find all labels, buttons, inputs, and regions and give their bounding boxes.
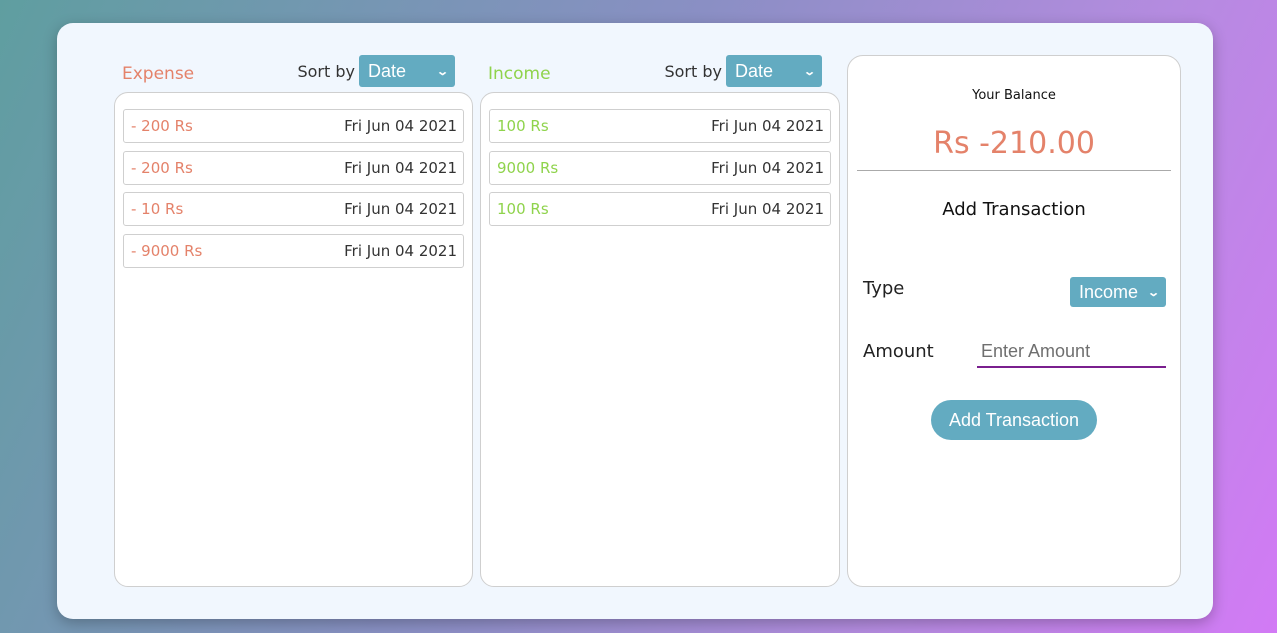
expense-title: Expense (122, 64, 195, 84)
expense-date: Fri Jun 04 2021 (344, 117, 457, 135)
expense-item: - 200 Rs Fri Jun 04 2021 (123, 151, 464, 185)
expense-amount: - 200 Rs (131, 117, 193, 135)
income-amount: 9000 Rs (497, 159, 559, 177)
expense-sort-label: Sort by (297, 61, 355, 81)
income-item: 100 Rs Fri Jun 04 2021 (489, 192, 831, 226)
income-header: Income Sort by Date ⌄ (488, 55, 822, 87)
income-date: Fri Jun 04 2021 (711, 200, 824, 218)
balance-panel: Your Balance Rs -210.00 Add Transaction … (847, 55, 1181, 587)
expense-header: Expense Sort by Date ⌄ (122, 55, 455, 87)
add-transaction-button[interactable]: Add Transaction (931, 400, 1097, 440)
income-sort-value: Date (735, 60, 774, 81)
expense-list: - 200 Rs Fri Jun 04 2021 - 200 Rs Fri Ju… (114, 92, 473, 587)
expense-sort: Sort by Date ⌄ (297, 55, 455, 87)
expense-item: - 200 Rs Fri Jun 04 2021 (123, 109, 464, 143)
add-transaction-title: Add Transaction (942, 199, 1086, 220)
expense-item: - 10 Rs Fri Jun 04 2021 (123, 192, 464, 226)
expense-amount: - 9000 Rs (131, 242, 203, 260)
expense-sort-select[interactable]: Date ⌄ (359, 55, 455, 87)
expense-sort-value: Date (368, 60, 407, 81)
income-sort: Sort by Date ⌄ (664, 55, 822, 87)
expense-item: - 9000 Rs Fri Jun 04 2021 (123, 234, 464, 268)
expense-amount: - 200 Rs (131, 159, 193, 177)
expense-date: Fri Jun 04 2021 (344, 159, 457, 177)
balance-value: Rs -210.00 (933, 126, 1095, 161)
expense-amount: - 10 Rs (131, 200, 184, 218)
income-title: Income (488, 64, 551, 84)
income-amount: 100 Rs (497, 200, 549, 218)
income-amount: 100 Rs (497, 117, 549, 135)
type-select[interactable]: Income ⌄ (1070, 277, 1166, 307)
amount-input[interactable] (977, 336, 1166, 368)
chevron-down-icon: ⌄ (435, 65, 449, 78)
type-label: Type (863, 278, 905, 299)
income-item: 9000 Rs Fri Jun 04 2021 (489, 151, 831, 185)
income-sort-select[interactable]: Date ⌄ (726, 55, 822, 87)
main-card: Expense Sort by Date ⌄ - 200 Rs Fri Jun … (57, 23, 1213, 619)
expense-date: Fri Jun 04 2021 (344, 242, 457, 260)
amount-label: Amount (863, 341, 934, 362)
income-date: Fri Jun 04 2021 (711, 117, 824, 135)
income-item: 100 Rs Fri Jun 04 2021 (489, 109, 831, 143)
expense-date: Fri Jun 04 2021 (344, 200, 457, 218)
income-date: Fri Jun 04 2021 (711, 159, 824, 177)
type-select-value: Income (1079, 281, 1139, 302)
income-list: 100 Rs Fri Jun 04 2021 9000 Rs Fri Jun 0… (480, 92, 840, 587)
chevron-down-icon: ⌄ (802, 65, 816, 78)
income-sort-label: Sort by (664, 61, 722, 81)
balance-label: Your Balance (972, 88, 1056, 103)
chevron-down-icon: ⌄ (1146, 286, 1160, 299)
divider (857, 170, 1171, 171)
